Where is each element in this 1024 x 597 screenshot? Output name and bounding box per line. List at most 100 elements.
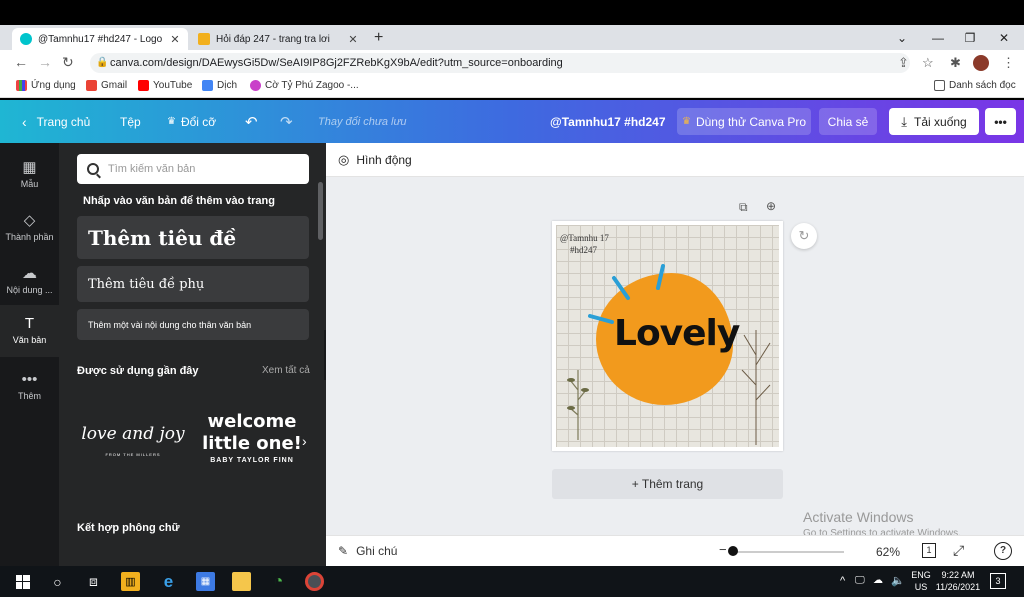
design-tag-line1[interactable]: @Tamnhu 17 — [560, 233, 609, 243]
zoom-out-icon[interactable]: − — [719, 542, 727, 557]
profile-avatar[interactable] — [973, 55, 989, 71]
share-button[interactable]: Chia sẻ — [819, 108, 877, 135]
rail-item-templates[interactable]: ▦ Mẫu — [0, 148, 59, 200]
menu-dots-icon[interactable]: ⋮ — [1002, 55, 1015, 71]
add-heading-button[interactable]: Thêm tiêu đề — [77, 216, 309, 259]
close-tab-icon[interactable]: ✕ — [168, 33, 182, 46]
more-icon: ••• — [21, 371, 38, 388]
add-subheading-button[interactable]: Thêm tiêu đề phụ — [77, 266, 309, 302]
bookmark-gmail[interactable]: Gmail — [86, 80, 127, 91]
resize-button[interactable]: ♛ Đổi cỡ — [167, 100, 216, 143]
task-view-icon[interactable]: ⧈ — [84, 572, 103, 591]
redo-icon[interactable]: ↷ — [280, 100, 293, 143]
see-all-link[interactable]: Xem tất cả — [262, 365, 310, 376]
url-field[interactable]: 🔒 canva.com/design/DAEwysGi5Dw/SeAI9IP8G… — [90, 53, 910, 73]
duplicate-page-icon[interactable]: ⧉ — [739, 200, 748, 215]
rail-item-elements[interactable]: ◇ Thành phần — [0, 201, 59, 253]
search-icon[interactable]: ○ — [48, 572, 67, 591]
rail-item-uploads[interactable]: ☁ Nội dung ... — [0, 254, 59, 306]
activate-windows-title: Activate Windows — [803, 509, 914, 525]
rail-label: Văn bản — [12, 335, 47, 345]
zoom-level[interactable]: 62% — [876, 545, 900, 559]
bookmark-translate[interactable]: Dịch — [202, 80, 237, 91]
minimize-icon[interactable]: — — [922, 25, 954, 50]
forward-icon[interactable]: → — [38, 54, 52, 70]
lang-code: ENG — [911, 570, 931, 580]
animate-icon: ◎ — [338, 152, 350, 167]
notes-button[interactable]: ✎ Ghi chú — [338, 544, 397, 558]
rail-item-more[interactable]: ••• Thêm — [0, 361, 59, 413]
canvas-toolbar: ◎ Hình động — [326, 143, 1024, 177]
text-icon: T — [24, 315, 35, 332]
text-search-input[interactable]: Tìm kiếm văn bản — [77, 154, 309, 184]
text-panel: Tìm kiếm văn bản Nhấp vào văn bản để thê… — [59, 143, 326, 566]
rail-item-text[interactable]: T Văn bản — [0, 305, 59, 357]
zoom-slider-handle[interactable] — [728, 546, 738, 556]
tab-hoidap[interactable]: Hỏi đáp 247 - trang tra lơi ✕ — [190, 28, 366, 50]
file-explorer-icon[interactable] — [232, 572, 251, 591]
language-indicator[interactable]: ENG US — [910, 570, 932, 592]
bookmark-apps[interactable]: Ứng dụng — [16, 80, 76, 91]
new-tab-icon[interactable]: + — [374, 29, 383, 47]
clock[interactable]: 9:22 AM 11/26/2021 — [933, 570, 983, 592]
clock-time: 9:22 AM — [941, 570, 975, 580]
calculator-icon[interactable]: ▦ — [196, 572, 215, 591]
back-icon[interactable]: ← — [14, 54, 28, 70]
save-status: Thay đổi chưa lưu — [318, 115, 407, 128]
design-title[interactable]: @Tamnhu17 #hd247 — [550, 100, 666, 143]
translate-icon — [202, 80, 213, 91]
show-hidden-icons[interactable]: ^ — [840, 575, 845, 587]
font-preview-title: welcome little one! — [202, 411, 302, 454]
download-icon: ⤓ — [901, 113, 908, 129]
try-pro-button[interactable]: ♛ Dùng thử Canva Pro — [677, 108, 811, 135]
page-count-button[interactable]: 1 — [922, 543, 936, 558]
bookmark-zagoo[interactable]: Cờ Tỷ Phú Zagoo -... — [250, 80, 359, 91]
add-page-icon[interactable]: ⊕ — [766, 199, 776, 213]
help-button[interactable]: ? — [994, 542, 1012, 560]
undo-icon[interactable]: ↶ — [245, 100, 258, 143]
bookmark-star-icon[interactable]: ☆ — [922, 55, 934, 71]
close-tab-icon[interactable]: ✕ — [346, 33, 360, 46]
zoom-slider-track[interactable] — [732, 551, 844, 553]
notification-center-icon[interactable]: 3 — [990, 573, 1006, 589]
close-window-icon[interactable]: ✕ — [988, 25, 1020, 50]
store-icon[interactable]: ▥ — [121, 572, 140, 591]
add-page-button[interactable]: + Thêm trang — [552, 469, 783, 499]
tab-search-icon[interactable]: ⌄ — [886, 25, 918, 50]
design-word[interactable]: Lovely — [614, 313, 740, 354]
bookmark-youtube[interactable]: YouTube — [138, 80, 192, 91]
template-icon: ▦ — [22, 159, 37, 176]
volume-icon[interactable]: 🔈 — [891, 574, 905, 587]
onedrive-icon[interactable]: ☁ — [873, 575, 883, 586]
search-icon — [87, 163, 99, 175]
refresh-design-icon[interactable]: ↻ — [791, 223, 817, 249]
screen: @Tamnhu17 #hd247 - Logo ✕ Hỏi đáp 247 - … — [0, 0, 1024, 597]
animate-button[interactable]: ◎ Hình động — [338, 152, 412, 168]
reading-list[interactable]: Danh sách đọc — [934, 80, 1016, 91]
youtube-icon — [138, 80, 149, 91]
reload-icon[interactable]: ↻ — [62, 54, 74, 71]
more-options-button[interactable]: ••• — [985, 108, 1016, 135]
design-tag-line2[interactable]: #hd247 — [570, 245, 597, 255]
network-icon[interactable]: 🖵 — [855, 575, 865, 586]
next-fonts-icon[interactable]: › — [302, 433, 307, 449]
restore-icon[interactable]: ❐ — [954, 25, 986, 50]
region-code: US — [914, 582, 928, 592]
windows-start-icon[interactable] — [13, 572, 32, 591]
font-preview-welcome[interactable]: welcome little one! BABY TAYLOR FINN — [199, 408, 305, 478]
extensions-icon[interactable]: ✱ — [950, 55, 961, 71]
download-button[interactable]: ⤓ Tải xuống — [889, 108, 979, 135]
chrome-icon[interactable] — [305, 572, 324, 591]
edge-icon[interactable]: e — [159, 572, 178, 591]
fullscreen-icon[interactable]: ⤢ — [953, 542, 964, 559]
panel-scrollbar[interactable] — [318, 182, 323, 240]
home-button[interactable]: ‹ Trang chủ — [22, 100, 90, 143]
notes-label: Ghi chú — [356, 544, 398, 558]
app-icon[interactable]: ◔ — [269, 572, 288, 591]
font-preview-love-and-joy[interactable]: love and joy FROM THE MILLERS — [77, 408, 189, 478]
share-page-icon[interactable]: ⇪ — [898, 55, 909, 71]
crown-icon: ♛ — [681, 116, 691, 127]
add-body-text-button[interactable]: Thêm một vài nội dung cho thân văn bản — [77, 309, 309, 340]
file-menu[interactable]: Tệp — [120, 100, 141, 143]
tab-canva[interactable]: @Tamnhu17 #hd247 - Logo ✕ — [12, 28, 188, 50]
